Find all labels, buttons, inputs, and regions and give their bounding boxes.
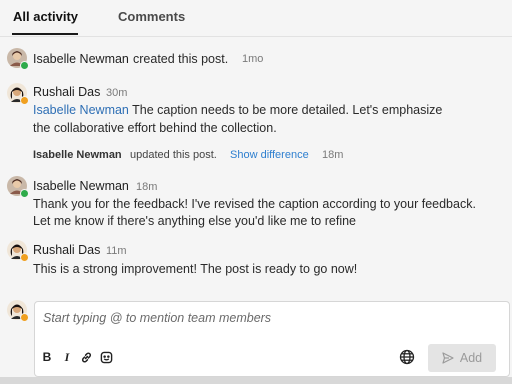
comment-text-line: the collaborative effort behind the coll… bbox=[33, 121, 277, 135]
globe-icon[interactable] bbox=[399, 349, 415, 365]
comment-text: This is a strong improvement! The post i… bbox=[33, 262, 358, 276]
activity-author[interactable]: Isabelle Newman bbox=[33, 52, 129, 66]
send-icon bbox=[442, 352, 454, 364]
comment-text-line: Isabelle Newman The caption needs to be … bbox=[33, 103, 442, 117]
online-status-dot bbox=[20, 189, 29, 198]
activity-time: 1mo bbox=[242, 53, 264, 65]
link-icon[interactable] bbox=[79, 350, 93, 364]
avatar[interactable] bbox=[7, 176, 29, 198]
avatar[interactable] bbox=[7, 240, 29, 262]
activity-action: updated this post. bbox=[130, 149, 217, 161]
activity-action: created this post. bbox=[133, 52, 229, 66]
avatar[interactable] bbox=[7, 83, 29, 105]
activity-tabs: All activity Comments bbox=[0, 0, 512, 37]
comment-author[interactable]: Rushali Das bbox=[33, 85, 100, 99]
active-tab-indicator bbox=[12, 33, 78, 35]
comment-author[interactable]: Isabelle Newman bbox=[33, 179, 129, 193]
away-status-dot bbox=[20, 96, 29, 105]
comment-author[interactable]: Rushali Das bbox=[33, 243, 100, 257]
online-status-dot bbox=[20, 61, 29, 70]
show-difference-link[interactable]: Show difference bbox=[230, 149, 309, 161]
tab-all-activity[interactable]: All activity bbox=[13, 9, 78, 24]
add-button-label: Add bbox=[459, 351, 483, 365]
away-status-dot bbox=[20, 253, 29, 262]
comment-text: Let me know if there's anything else you… bbox=[33, 214, 356, 228]
avatar[interactable] bbox=[7, 48, 29, 70]
activity-author[interactable]: Isabelle Newman bbox=[33, 149, 122, 161]
comment-time: 30m bbox=[106, 87, 128, 99]
window-bottom-edge bbox=[0, 377, 512, 384]
away-status-dot bbox=[20, 313, 29, 322]
italic-button[interactable]: I bbox=[60, 350, 74, 364]
current-user-avatar bbox=[7, 300, 29, 322]
comment-time: 18m bbox=[136, 181, 158, 193]
comment-input[interactable] bbox=[41, 310, 425, 326]
activity-time: 18m bbox=[322, 149, 344, 161]
emoji-icon[interactable] bbox=[99, 350, 113, 364]
bold-button[interactable]: B bbox=[40, 350, 54, 364]
comment-text: The caption needs to be more detailed. L… bbox=[128, 103, 443, 117]
comment-text: Thank you for the feedback! I've revised… bbox=[33, 197, 476, 211]
comment-time: 11m bbox=[106, 245, 127, 257]
tab-comments[interactable]: Comments bbox=[118, 9, 185, 24]
user-mention[interactable]: Isabelle Newman bbox=[33, 103, 129, 117]
add-comment-button[interactable]: Add bbox=[428, 344, 496, 372]
comment-composer: B I Add bbox=[34, 301, 510, 377]
